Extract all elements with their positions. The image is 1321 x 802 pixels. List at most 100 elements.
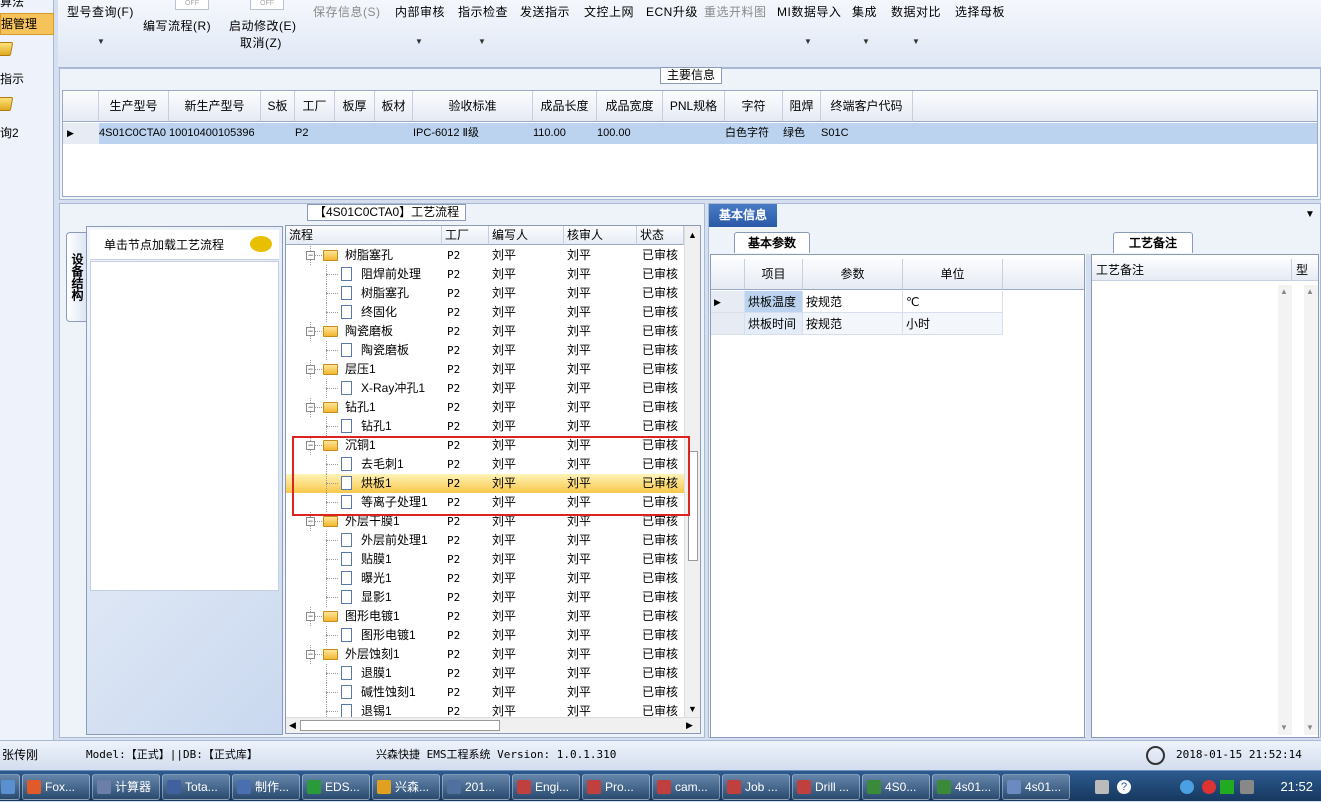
tree-row[interactable]: 钻孔1 P2 刘平 刘平 已审核 [286, 417, 684, 436]
select-motherboard-button[interactable]: 选择母板 [955, 3, 1005, 20]
param-value-cell[interactable]: 按规范 [803, 291, 903, 313]
column-header[interactable]: 编写人 [489, 226, 564, 245]
scroll-up-icon[interactable]: ▲ [1306, 287, 1314, 296]
column-header[interactable]: 字符 [725, 91, 783, 122]
taskbar-clock[interactable]: 21:52 [1280, 771, 1313, 802]
column-header[interactable]: 状态 [637, 226, 684, 245]
collapse-toggle-icon[interactable]: − [306, 612, 315, 621]
param-unit-cell[interactable]: 小时 [903, 313, 1003, 335]
column-header[interactable]: 项目 [745, 259, 803, 290]
taskbar-button[interactable]: Job ... [722, 774, 790, 800]
scroll-right-icon[interactable]: ▶ [686, 720, 693, 731]
instruction-check-button[interactable]: 指示检查 [458, 3, 508, 20]
chevron-down-icon[interactable]: ▼ [912, 37, 920, 46]
taskbar-button[interactable]: 兴森... [372, 774, 440, 800]
tab-equipment-structure[interactable]: 设备结构 [66, 232, 86, 322]
column-header[interactable]: 工厂 [295, 91, 335, 122]
model-query-button[interactable]: 型号查询(F) [67, 3, 134, 20]
volume-icon[interactable] [1240, 780, 1254, 794]
tree-row[interactable]: − 钻孔1 P2 刘平 刘平 已审核 [286, 398, 684, 417]
tree-row[interactable]: 碱性蚀刻1 P2 刘平 刘平 已审核 [286, 683, 684, 702]
taskbar-button[interactable]: Pro... [582, 774, 650, 800]
column-header[interactable]: S板 [261, 91, 295, 122]
collapse-toggle-icon[interactable]: − [306, 327, 315, 336]
tree-row[interactable]: 等离子处理1 P2 刘平 刘平 已审核 [286, 493, 684, 512]
scroll-left-icon[interactable]: ◀ [289, 720, 296, 731]
collapse-toggle-icon[interactable]: − [306, 650, 315, 659]
nav-item-selected[interactable]: 据管理 [0, 13, 54, 35]
taskbar-button[interactable]: Drill ... [792, 774, 860, 800]
scroll-down-icon[interactable]: ▼ [688, 704, 697, 714]
integrate-button[interactable]: 集成 [852, 3, 877, 20]
column-header[interactable]: 新生产型号 [169, 91, 261, 122]
collapse-toggle-icon[interactable]: − [306, 403, 315, 412]
scroll-down-icon[interactable]: ▼ [1306, 723, 1314, 732]
tree-row[interactable]: 曝光1 P2 刘平 刘平 已审核 [286, 569, 684, 588]
column-header[interactable]: 成品长度 [533, 91, 597, 122]
internal-review-button[interactable]: 内部审核 [395, 3, 445, 20]
dropdown-arrow-icon[interactable]: ▼ [1305, 209, 1315, 220]
type-scrollbar[interactable]: ▲ ▼ [1304, 285, 1318, 735]
horizontal-scrollbar[interactable]: ◀ ▶ [286, 717, 700, 733]
ecn-upgrade-button[interactable]: ECN升级 [646, 3, 698, 20]
taskbar-button[interactable]: 4s01... [932, 774, 1000, 800]
vertical-scrollbar[interactable]: ▲ ▼ [684, 226, 700, 717]
param-item-cell[interactable]: 烘板时间 [745, 313, 803, 335]
column-header[interactable]: 核审人 [564, 226, 637, 245]
tree-row[interactable]: − 陶瓷磨板 P2 刘平 刘平 已审核 [286, 322, 684, 341]
mi-data-import-button[interactable]: MI数据导入 [777, 3, 841, 20]
taskbar-button[interactable]: Engi... [512, 774, 580, 800]
tab-basic-params[interactable]: 基本参数 [734, 232, 810, 253]
send-instruction-button[interactable]: 发送指示 [520, 3, 570, 20]
scroll-thumb[interactable] [300, 720, 500, 731]
collapse-toggle-icon[interactable]: − [306, 517, 315, 526]
toggle-off-switch[interactable]: OFF [175, 0, 209, 10]
taskbar-button[interactable]: 201... [442, 774, 510, 800]
collapse-toggle-icon[interactable]: − [306, 251, 315, 260]
row-pointer-icon[interactable]: ▶ [711, 291, 745, 313]
taskbar-button[interactable]: 计算器 [92, 774, 160, 800]
keyboard-icon[interactable] [1095, 780, 1109, 794]
tree-row[interactable]: 退膜1 P2 刘平 刘平 已审核 [286, 664, 684, 683]
chevron-down-icon[interactable]: ▼ [804, 37, 812, 46]
nav-item-0[interactable]: 算法 [0, 0, 54, 10]
taskbar-button[interactable]: 4S0... [862, 774, 930, 800]
param-value-cell[interactable]: 按规范 [803, 313, 903, 335]
taskbar-button[interactable]: cam... [652, 774, 720, 800]
help-icon[interactable]: ? [1117, 780, 1131, 794]
start-modify-button[interactable]: 启动修改(E) [229, 17, 297, 34]
doc-control-online-button[interactable]: 文控上网 [584, 3, 634, 20]
chevron-down-icon[interactable]: ▼ [478, 37, 486, 46]
taskbar-button[interactable]: EDS... [302, 774, 370, 800]
tree-row[interactable]: 终固化 P2 刘平 刘平 已审核 [286, 303, 684, 322]
tab-process-notes[interactable]: 工艺备注 [1113, 232, 1193, 253]
notes-scrollbar[interactable]: ▲ ▼ [1278, 285, 1292, 735]
collapse-toggle-icon[interactable]: − [306, 365, 315, 374]
type-column-header[interactable]: 型 [1292, 259, 1318, 281]
app-tray-icon[interactable] [1202, 780, 1216, 794]
tree-row[interactable]: − 外层干膜1 P2 刘平 刘平 已审核 [286, 512, 684, 531]
nav-item-3[interactable]: 询2 [0, 124, 54, 142]
tree-row[interactable]: 图形电镀1 P2 刘平 刘平 已审核 [286, 626, 684, 645]
tree-row[interactable]: 陶瓷磨板 P2 刘平 刘平 已审核 [286, 341, 684, 360]
tree-row[interactable]: 退锡1 P2 刘平 刘平 已审核 [286, 702, 684, 718]
column-header[interactable]: PNL规格 [663, 91, 725, 122]
chevron-down-icon[interactable]: ▼ [415, 37, 423, 46]
column-header[interactable]: 验收标准 [413, 91, 533, 122]
scroll-down-icon[interactable]: ▼ [1280, 723, 1288, 732]
network-icon[interactable] [1180, 780, 1194, 794]
scroll-up-icon[interactable]: ▲ [688, 230, 697, 240]
node-tree-area[interactable] [90, 261, 279, 591]
column-header[interactable]: 流程 [286, 226, 442, 245]
scroll-up-icon[interactable]: ▲ [1280, 287, 1288, 296]
tree-row[interactable]: 外层前处理1 P2 刘平 刘平 已审核 [286, 531, 684, 550]
chevron-down-icon[interactable]: ▼ [862, 37, 870, 46]
taskbar-button[interactable]: 制作... [232, 774, 300, 800]
tree-row[interactable]: X-Ray冲孔1 P2 刘平 刘平 已审核 [286, 379, 684, 398]
tree-row[interactable]: 树脂塞孔 P2 刘平 刘平 已审核 [286, 284, 684, 303]
reselect-cutting-button[interactable]: 重选开料图 [704, 3, 767, 20]
column-header[interactable]: 单位 [903, 259, 1003, 290]
param-item-cell[interactable]: 烘板温度 [745, 291, 803, 313]
data-compare-button[interactable]: 数据对比 [891, 3, 941, 20]
chevron-down-icon[interactable]: ▼ [97, 37, 105, 46]
